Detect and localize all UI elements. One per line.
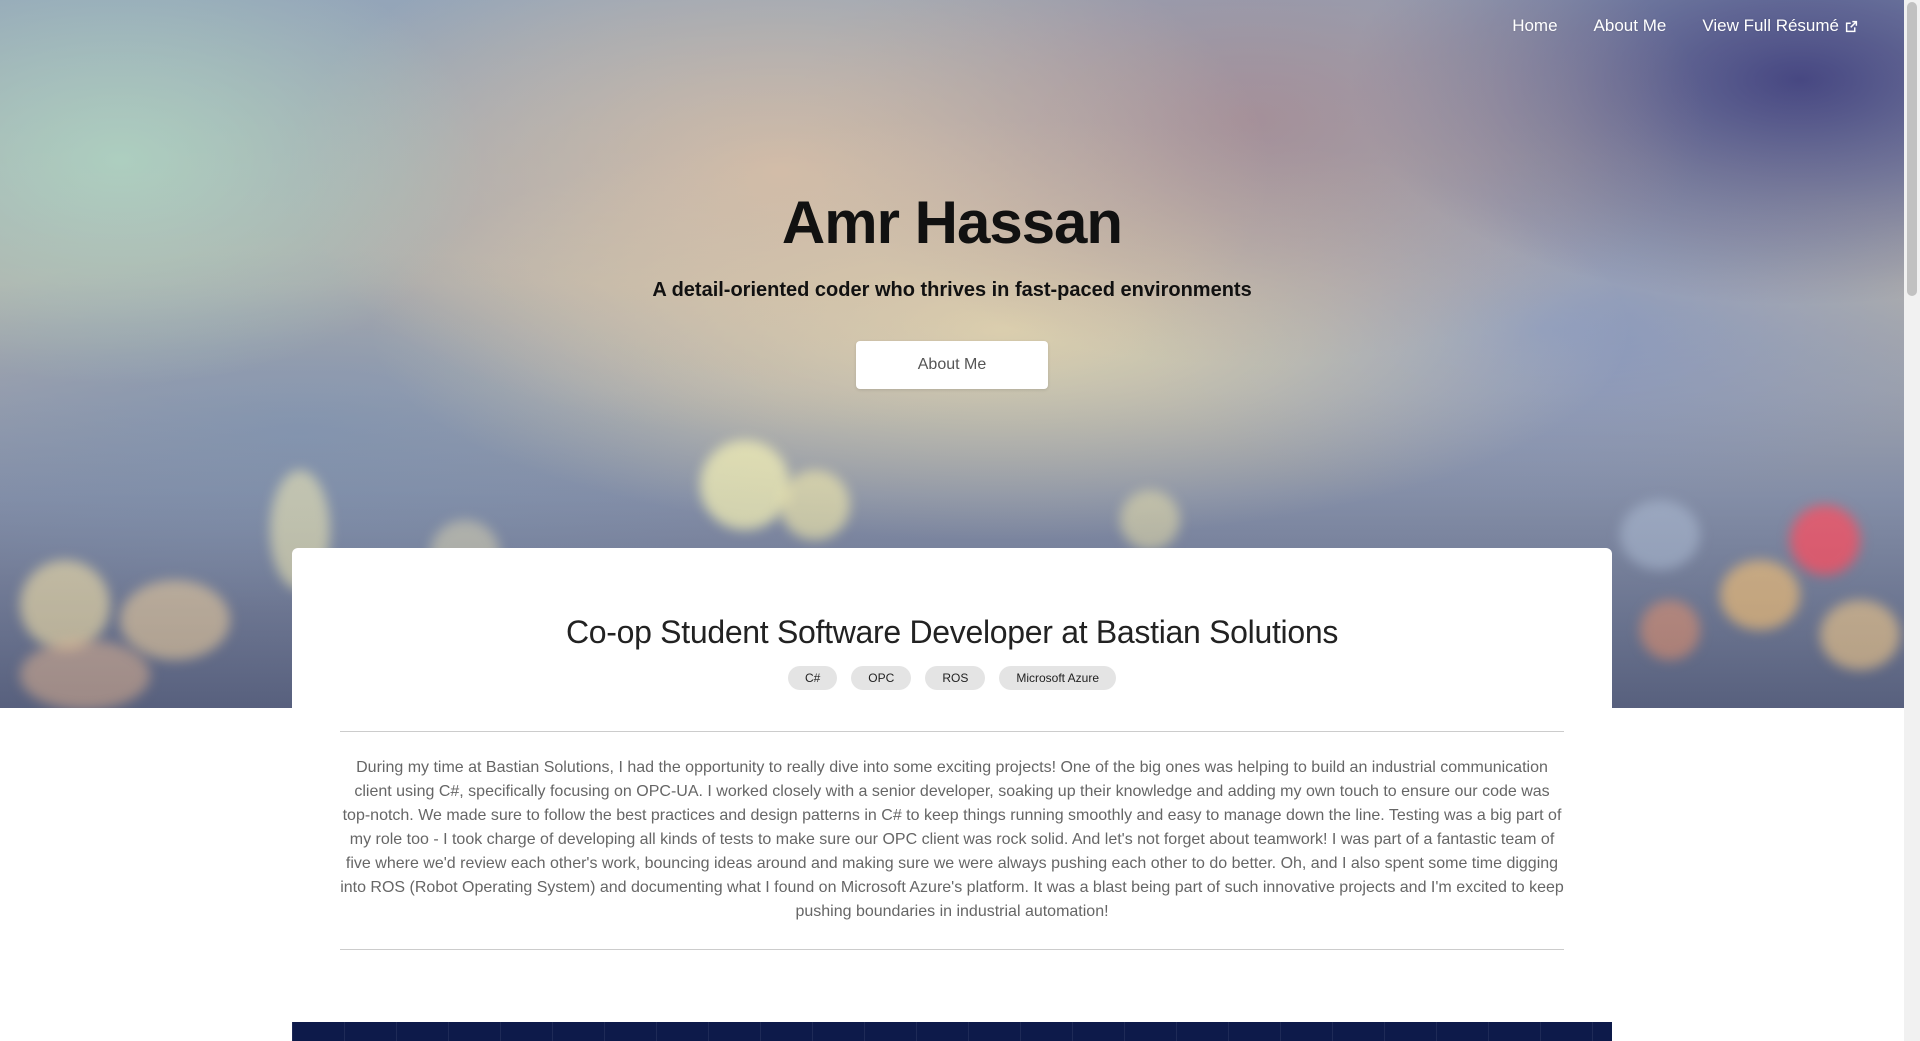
hero-subtitle: A detail-oriented coder who thrives in f…	[652, 279, 1252, 301]
skill-tag: OPC	[851, 666, 912, 690]
nav-home-link[interactable]: Home	[1512, 16, 1557, 36]
nav-about-label: About Me	[1593, 16, 1667, 35]
skill-tags: C# OPC ROS Microsoft Azure	[292, 666, 1612, 690]
skill-tag: C#	[787, 666, 838, 690]
experience-description: During my time at Bastian Solutions, I h…	[340, 759, 1564, 920]
scrollbar-thumb[interactable]	[1907, 2, 1917, 296]
skill-tag: ROS	[925, 666, 986, 690]
experience-title: Co-op Student Software Developer at Bast…	[565, 614, 1339, 650]
about-me-button[interactable]: About Me	[856, 341, 1048, 389]
skill-tag: Microsoft Azure	[999, 666, 1117, 690]
page: Home About Me View Full Résumé Amr Hassa…	[0, 0, 1920, 1041]
hero-title: Amr Hassan	[781, 189, 1123, 256]
top-divider	[340, 731, 1564, 732]
nav-about-link[interactable]: About Me	[1594, 16, 1667, 36]
bottom-divider	[340, 949, 1564, 950]
nav-resume-label: View Full Résumé	[1702, 16, 1839, 35]
nav-home-label: Home	[1512, 16, 1558, 35]
top-nav: Home About Me View Full Résumé	[1512, 16, 1858, 36]
vertical-scrollbar[interactable]	[1904, 0, 1920, 1041]
experience-card: Co-op Student Software Developer at Bast…	[292, 548, 1612, 1041]
external-link-icon	[1845, 20, 1858, 32]
nav-resume-link[interactable]: View Full Résumé	[1702, 16, 1858, 36]
next-section-preview	[292, 1022, 1612, 1041]
